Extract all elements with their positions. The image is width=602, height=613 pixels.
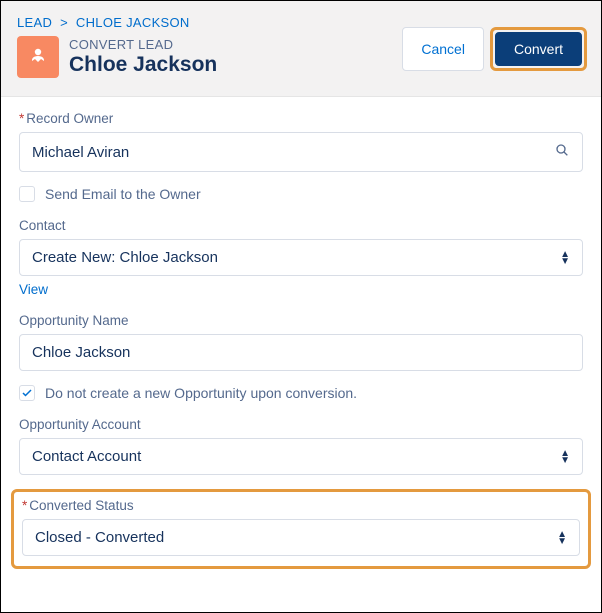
record-owner-value: Michael Aviran [32, 144, 129, 161]
converted-status-highlight: Converted Status Closed - Converted ▲▼ [11, 489, 591, 569]
search-icon [554, 142, 570, 162]
header-eyebrow: CONVERT LEAD [69, 37, 217, 52]
stepper-icon: ▲▼ [560, 450, 570, 464]
opp-name-value: Chloe Jackson [32, 344, 130, 361]
contact-label: Contact [19, 218, 583, 233]
stepper-icon: ▲▼ [557, 531, 567, 545]
send-email-label: Send Email to the Owner [45, 186, 201, 202]
no-opp-label: Do not create a new Opportunity upon con… [45, 385, 357, 401]
stepper-icon: ▲▼ [560, 251, 570, 265]
converted-status-label: Converted Status [22, 498, 580, 513]
page-title: Chloe Jackson [69, 53, 217, 77]
record-owner-input[interactable]: Michael Aviran [19, 132, 583, 172]
convert-highlight: Convert [490, 27, 587, 71]
opp-name-input[interactable]: Chloe Jackson [19, 334, 583, 371]
breadcrumb-current[interactable]: CHLOE JACKSON [76, 15, 190, 30]
send-email-row[interactable]: Send Email to the Owner [19, 186, 583, 202]
view-link[interactable]: View [19, 282, 48, 297]
form-body: Record Owner Michael Aviran Send Email t… [1, 97, 601, 583]
converted-status-select[interactable]: Closed - Converted ▲▼ [22, 519, 580, 556]
modal-header: LEAD > CHLOE JACKSON CONVERT LEAD Chloe … [1, 1, 601, 97]
breadcrumb-root[interactable]: LEAD [17, 15, 52, 30]
converted-status-value: Closed - Converted [35, 529, 164, 546]
lead-icon [17, 36, 59, 78]
opp-name-label: Opportunity Name [19, 313, 583, 328]
send-email-checkbox[interactable] [19, 186, 35, 202]
contact-select[interactable]: Create New: Chloe Jackson ▲▼ [19, 239, 583, 276]
opp-account-select[interactable]: Contact Account ▲▼ [19, 438, 583, 475]
opp-account-value: Contact Account [32, 448, 141, 465]
no-opp-row[interactable]: Do not create a new Opportunity upon con… [19, 385, 583, 401]
convert-button[interactable]: Convert [495, 32, 582, 66]
breadcrumb-separator: > [56, 15, 72, 30]
cancel-button[interactable]: Cancel [402, 27, 484, 71]
opp-account-label: Opportunity Account [19, 417, 583, 432]
record-owner-label: Record Owner [19, 111, 583, 126]
contact-value: Create New: Chloe Jackson [32, 249, 218, 266]
no-opp-checkbox[interactable] [19, 385, 35, 401]
